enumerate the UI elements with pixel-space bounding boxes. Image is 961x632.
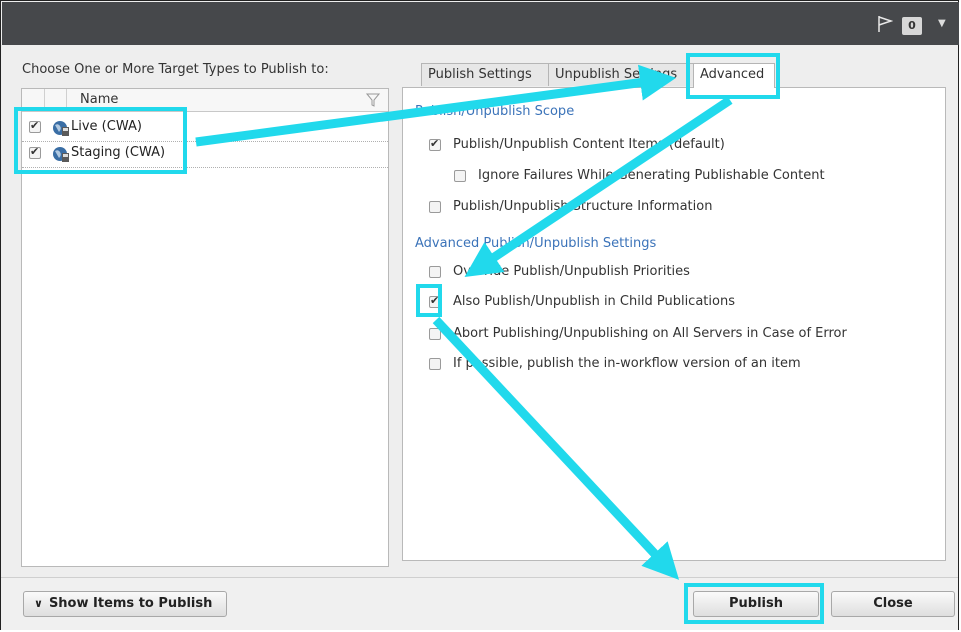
flag-icon[interactable] [877, 15, 893, 33]
target-row-live[interactable]: Live (CWA) [22, 115, 388, 142]
target-types-label: Choose One or More Target Types to Publi… [22, 62, 329, 77]
scope-heading: Publish/Unpublish Scope [415, 104, 575, 119]
checkbox-child-publications[interactable] [429, 294, 441, 308]
grid-header: Name [22, 89, 388, 112]
target-checkbox-live[interactable] [29, 119, 41, 133]
icon-column-header [44, 89, 67, 111]
dialog-footer: ∨ Show Items to Publish Publish Close [1, 577, 958, 630]
option-label: Ignore Failures While Generating Publish… [478, 168, 825, 183]
checkbox-ignore-failures[interactable] [454, 170, 466, 182]
advanced-settings-panel: Publish/Unpublish Scope Publish/Unpublis… [402, 87, 946, 561]
notification-count-badge[interactable]: 0 [902, 17, 922, 35]
option-label: Also Publish/Unpublish in Child Publicat… [453, 294, 735, 309]
target-checkbox-staging[interactable] [29, 145, 41, 159]
target-type-icon [53, 147, 69, 162]
target-label-staging: Staging (CWA) [71, 145, 166, 160]
option-label: Publish/Unpublish Content Items (default… [453, 137, 725, 152]
target-label-live: Live (CWA) [71, 119, 142, 134]
top-toolbar: 0 ▼ [2, 2, 959, 45]
checkbox-content-items[interactable] [429, 137, 441, 151]
checkbox-abort-on-error[interactable] [429, 328, 441, 340]
close-button[interactable]: Close [831, 591, 955, 617]
checkbox-structure-info[interactable] [429, 201, 441, 213]
option-label: If possible, publish the in-workflow ver… [453, 356, 801, 371]
show-items-label: Show Items to Publish [48, 596, 213, 611]
select-column-header[interactable] [22, 89, 45, 111]
target-types-grid: Name Live (CWA) Staging (CWA) [21, 88, 389, 567]
show-items-button[interactable]: ∨ Show Items to Publish [23, 591, 227, 617]
target-type-icon [53, 121, 69, 136]
advanced-settings-heading: Advanced Publish/Unpublish Settings [415, 236, 657, 251]
name-column-header[interactable]: Name [80, 92, 118, 107]
option-label: Override Publish/Unpublish Priorities [453, 264, 690, 279]
tab-advanced[interactable]: Advanced [693, 63, 775, 88]
chevron-down-icon: ∨ [34, 597, 43, 610]
option-label: Publish/Unpublish Structure Information [453, 199, 713, 214]
option-label: Abort Publishing/Unpublishing on All Ser… [453, 326, 847, 341]
checkbox-override-priorities[interactable] [429, 266, 441, 278]
chevron-down-icon[interactable]: ▼ [938, 18, 946, 29]
tab-unpublish-settings[interactable]: Unpublish Settings [548, 63, 694, 86]
publish-button[interactable]: Publish [693, 591, 819, 617]
tab-publish-settings[interactable]: Publish Settings [421, 63, 549, 86]
target-row-staging[interactable]: Staging (CWA) [22, 141, 388, 168]
filter-icon[interactable] [366, 93, 380, 107]
checkbox-in-workflow-version[interactable] [429, 358, 441, 370]
